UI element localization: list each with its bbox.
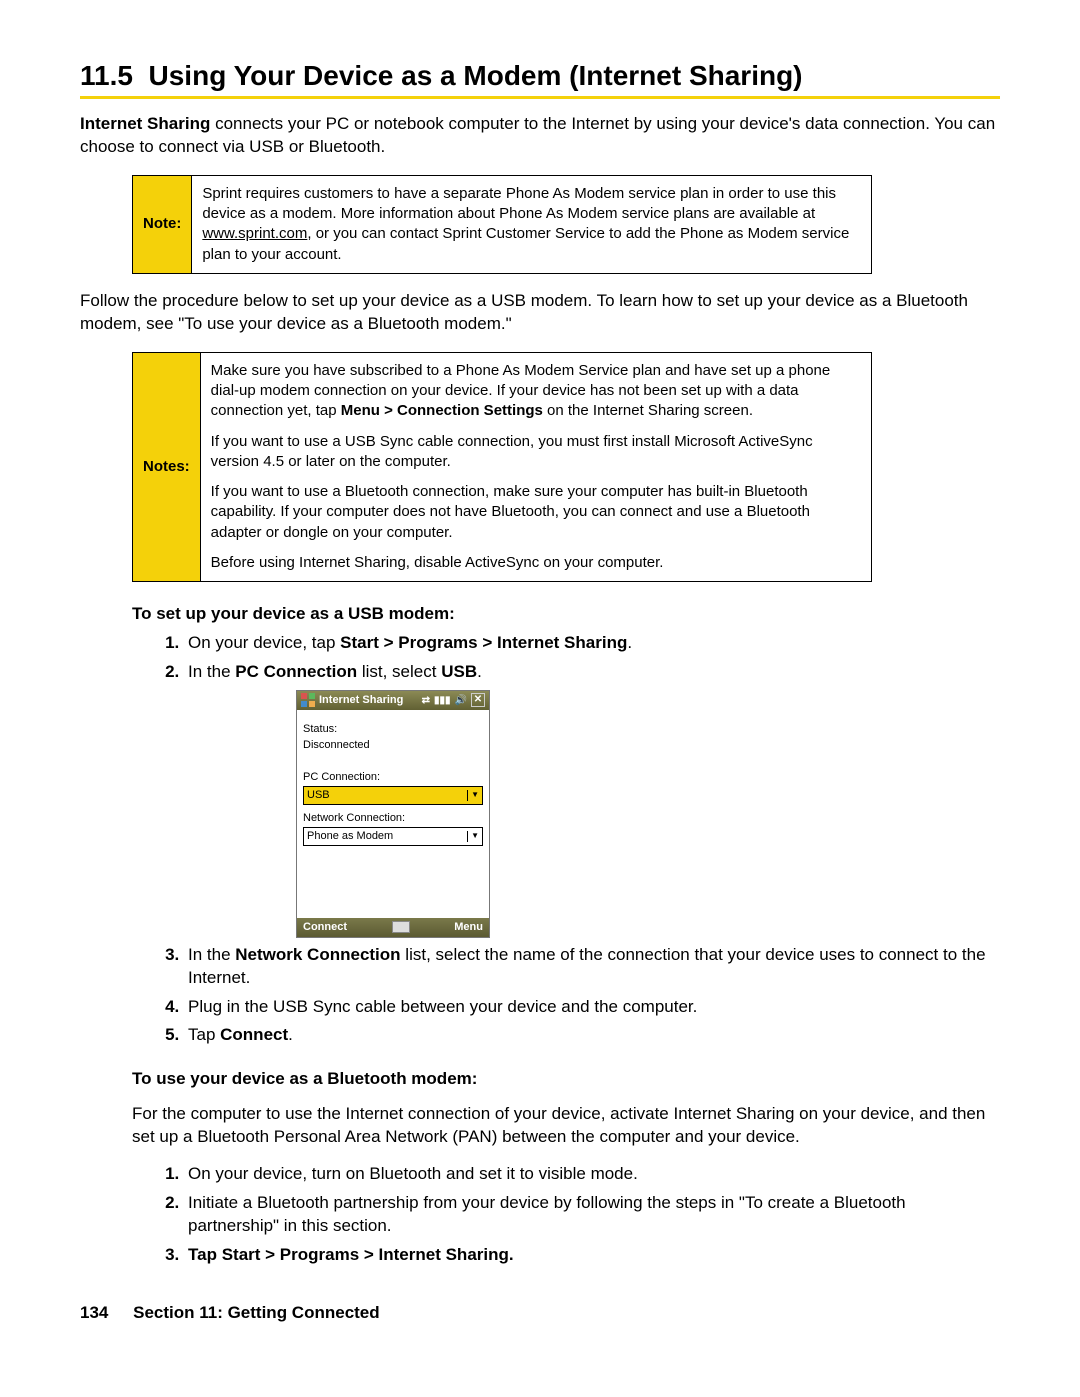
usb-step3-bold: Network Connection: [235, 945, 400, 964]
usb-step2-post: .: [477, 662, 482, 681]
section-title-text: Using Your Device as a Modem (Internet S…: [149, 60, 803, 91]
bt-step3-post: .: [509, 1245, 514, 1264]
usb-step2-mid: list, select: [357, 662, 441, 681]
pc-connection-value: USB: [307, 788, 330, 803]
note-body: Sprint requires customers to have a sepa…: [192, 175, 872, 273]
pc-connection-select[interactable]: USB ▼: [303, 786, 483, 805]
sync-icon: ⇄: [422, 694, 430, 708]
usb-step1-post: .: [627, 633, 632, 652]
page-number: 134: [80, 1303, 108, 1322]
notes2-p1-post: on the Internet Sharing screen.: [543, 402, 753, 419]
dropdown-arrow-icon: ▼: [467, 831, 479, 842]
page: 11.5 Using Your Device as a Modem (Inter…: [0, 0, 1080, 1363]
usb-step-5: Tap Connect.: [184, 1024, 1000, 1047]
usb-step1-pre: On your device, tap: [188, 633, 340, 652]
intro-paragraph: Internet Sharing connects your PC or not…: [80, 113, 1000, 159]
usb-step-1: On your device, tap Start > Programs > I…: [184, 632, 1000, 655]
page-footer: 134 Section 11: Getting Connected: [80, 1303, 1000, 1323]
softkey-right[interactable]: Menu: [454, 920, 483, 935]
device-screenshot: Internet Sharing ⇄ ▮▮▮ 🔊 ✕ Status: Disco…: [296, 690, 490, 938]
notes-label: Notes:: [133, 352, 201, 581]
usb-step-2: In the PC Connection list, select USB. I…: [184, 661, 1000, 938]
section-heading: 11.5 Using Your Device as a Modem (Inter…: [80, 60, 1000, 99]
usb-step5-post: .: [288, 1025, 293, 1044]
usb-step-3: In the Network Connection list, select t…: [184, 944, 1000, 990]
footer-section: Section 11: Getting Connected: [133, 1303, 380, 1322]
usb-step5-bold: Connect: [220, 1025, 288, 1044]
network-connection-value: Phone as Modem: [307, 829, 393, 844]
bt-step-3: Tap Start > Programs > Internet Sharing.: [184, 1244, 1000, 1267]
status-value: Disconnected: [303, 738, 483, 753]
notes2-p2: If you want to use a USB Sync cable conn…: [211, 432, 861, 473]
bt-step-2: Initiate a Bluetooth partnership from yo…: [184, 1192, 1000, 1238]
notes2-p4: Before using Internet Sharing, disable A…: [211, 553, 861, 573]
titlebar-status-icons: ⇄ ▮▮▮ 🔊 ✕: [422, 693, 485, 707]
bt-step-1: On your device, turn on Bluetooth and se…: [184, 1163, 1000, 1186]
notes-body: Make sure you have subscribed to a Phone…: [200, 352, 871, 581]
note-label: Note:: [133, 175, 192, 273]
notes2-p1: Make sure you have subscribed to a Phone…: [211, 361, 861, 422]
usb-step-4: Plug in the USB Sync cable between your …: [184, 996, 1000, 1019]
intro-lead-bold: Internet Sharing: [80, 114, 210, 133]
close-icon[interactable]: ✕: [471, 693, 485, 707]
bt-step3-pre: Tap: [188, 1245, 222, 1264]
titlebar-title: Internet Sharing: [319, 693, 418, 708]
section-number: 11.5: [80, 60, 133, 91]
usb-step2-pre: In the: [188, 662, 235, 681]
follow-paragraph: Follow the procedure below to set up you…: [80, 290, 1000, 336]
network-connection-select[interactable]: Phone as Modem ▼: [303, 827, 483, 846]
phone-body: Status: Disconnected PC Connection: USB …: [297, 710, 489, 918]
network-connection-label: Network Connection:: [303, 811, 483, 826]
note1-link[interactable]: www.sprint.com: [202, 225, 307, 242]
usb-step3-pre: In the: [188, 945, 235, 964]
intro-lead-rest: connects your PC or notebook computer to…: [80, 114, 995, 156]
bt-intro: For the computer to use the Internet con…: [132, 1103, 1000, 1149]
signal-icon: ▮▮▮: [434, 694, 451, 708]
usb-steps: On your device, tap Start > Programs > I…: [148, 632, 1000, 1047]
usb-step2-bold1: PC Connection: [235, 662, 357, 681]
dropdown-arrow-icon: ▼: [467, 790, 479, 801]
start-icon[interactable]: [301, 693, 315, 707]
notes2-p3: If you want to use a Bluetooth connectio…: [211, 482, 861, 543]
bt-subheading: To use your device as a Bluetooth modem:: [132, 1069, 1000, 1089]
pc-connection-label: PC Connection:: [303, 770, 483, 785]
usb-step5-pre: Tap: [188, 1025, 220, 1044]
titlebar: Internet Sharing ⇄ ▮▮▮ 🔊 ✕: [297, 691, 489, 710]
status-label: Status:: [303, 722, 483, 737]
volume-icon: 🔊: [455, 694, 467, 708]
notes-box-multi: Notes: Make sure you have subscribed to …: [132, 352, 872, 582]
note-box-single: Note: Sprint requires customers to have …: [132, 175, 872, 274]
softkey-left[interactable]: Connect: [303, 920, 347, 935]
keyboard-icon[interactable]: [392, 921, 410, 933]
bt-step3-bold: Start > Programs > Internet Sharing: [222, 1245, 509, 1264]
usb-subheading: To set up your device as a USB modem:: [132, 604, 1000, 624]
bt-steps: On your device, turn on Bluetooth and se…: [148, 1163, 1000, 1267]
usb-step1-bold: Start > Programs > Internet Sharing: [340, 633, 627, 652]
softkey-bar: Connect Menu: [297, 918, 489, 937]
note1-text-pre: Sprint requires customers to have a sepa…: [202, 185, 836, 222]
usb-step2-bold2: USB: [441, 662, 477, 681]
notes2-p1-bold: Menu > Connection Settings: [341, 402, 543, 419]
